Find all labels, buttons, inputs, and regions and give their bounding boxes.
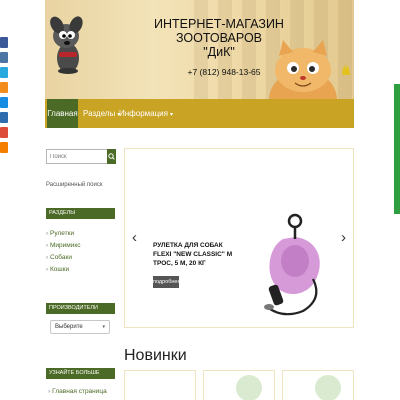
nav-info[interactable]: Информация ▾ xyxy=(119,99,173,128)
nav-home[interactable]: Главная xyxy=(47,99,78,128)
chevron-right-icon: › xyxy=(46,255,48,261)
page: ИНТЕРНЕТ-МАГАЗИН ЗООТОВАРОВ "ДиК" +7 (81… xyxy=(0,0,400,400)
chevron-right-icon: › xyxy=(46,267,48,273)
slide-more-button[interactable]: подробнее xyxy=(153,276,181,288)
product-image[interactable] xyxy=(315,375,341,400)
category-list: › Рулетки › Миримикс › Собаки › Кошки xyxy=(46,228,115,276)
dog-leash-product-image[interactable] xyxy=(243,199,331,319)
new-product-card[interactable] xyxy=(203,370,275,400)
advanced-search-link[interactable]: Расширенный поиск xyxy=(46,182,103,188)
nav-home-label: Главная xyxy=(47,109,78,118)
new-products-heading: Новинки xyxy=(124,347,187,364)
category-label: Кошки xyxy=(50,266,70,273)
category-label: Рулетки xyxy=(50,230,75,237)
main-navbar: Главная Разделы ▾ Информация ▾ xyxy=(45,99,354,128)
chevron-right-icon: › xyxy=(46,231,48,237)
sections-heading: РАЗДЕЛЫ xyxy=(46,208,115,219)
feedback-tab[interactable] xyxy=(394,84,400,214)
search-button[interactable] xyxy=(107,149,116,164)
facebook-icon[interactable] xyxy=(0,37,8,48)
slider-next-arrow[interactable]: › xyxy=(341,229,346,246)
search-input[interactable] xyxy=(47,150,107,163)
new-product-card[interactable] xyxy=(124,370,196,400)
search-box xyxy=(46,149,116,164)
chevron-right-icon: › xyxy=(46,243,48,249)
product-image[interactable] xyxy=(236,375,262,400)
google-icon[interactable] xyxy=(0,127,8,138)
product-slider: ‹ › РУЛЕТКА ДЛЯ СОБАК FLEXI "NEW CLASSIC… xyxy=(124,148,354,328)
chevron-down-icon: ▾ xyxy=(102,324,105,330)
chevron-down-icon: ▾ xyxy=(169,112,173,118)
category-item[interactable]: › Рулетки xyxy=(46,228,115,240)
chevron-right-icon: › xyxy=(48,388,51,395)
blogger-icon[interactable] xyxy=(0,142,8,153)
nav-sections-label: Разделы xyxy=(83,109,116,118)
header-banner: ИНТЕРНЕТ-МАГАЗИН ЗООТОВАРОВ "ДиК" +7 (81… xyxy=(45,0,354,99)
mailru-icon[interactable] xyxy=(0,97,8,108)
category-label: Миримикс xyxy=(50,242,81,249)
slider-prev-arrow[interactable]: ‹ xyxy=(132,229,137,246)
learn-more-item-label: Главная страница xyxy=(52,388,107,395)
learn-more-heading: УЗНАЙТЕ БОЛЬШЕ xyxy=(46,368,115,379)
twitter-icon[interactable] xyxy=(0,67,8,78)
manufacturer-select[interactable]: Выберите ▾ xyxy=(50,320,110,334)
new-product-card[interactable] xyxy=(282,370,354,400)
nav-info-label: Информация xyxy=(119,109,168,118)
slide-product-title[interactable]: РУЛЕТКА ДЛЯ СОБАК FLEXI "NEW CLASSIC" M … xyxy=(153,241,235,268)
nav-sections[interactable]: Разделы ▾ xyxy=(83,99,120,128)
search-icon xyxy=(108,153,115,160)
dog-mascot-logo[interactable] xyxy=(49,14,87,78)
manufacturer-select-value: Выберите xyxy=(55,324,83,330)
social-share-bar xyxy=(0,37,9,157)
vk-icon[interactable] xyxy=(0,52,8,63)
category-label: Собаки xyxy=(50,254,72,261)
odnoklassniki-icon[interactable] xyxy=(0,82,8,93)
learn-more-item-home[interactable]: › Главная страница xyxy=(48,388,107,395)
cart-icon[interactable] xyxy=(341,64,351,76)
livejournal-icon[interactable] xyxy=(0,112,8,123)
manufacturers-heading: ПРОИЗВОДИТЕЛИ xyxy=(46,303,115,314)
category-item[interactable]: › Собаки xyxy=(46,252,115,264)
cartoon-cat-illustration xyxy=(269,40,337,99)
category-item[interactable]: › Миримикс xyxy=(46,240,115,252)
category-item[interactable]: › Кошки xyxy=(46,264,115,276)
